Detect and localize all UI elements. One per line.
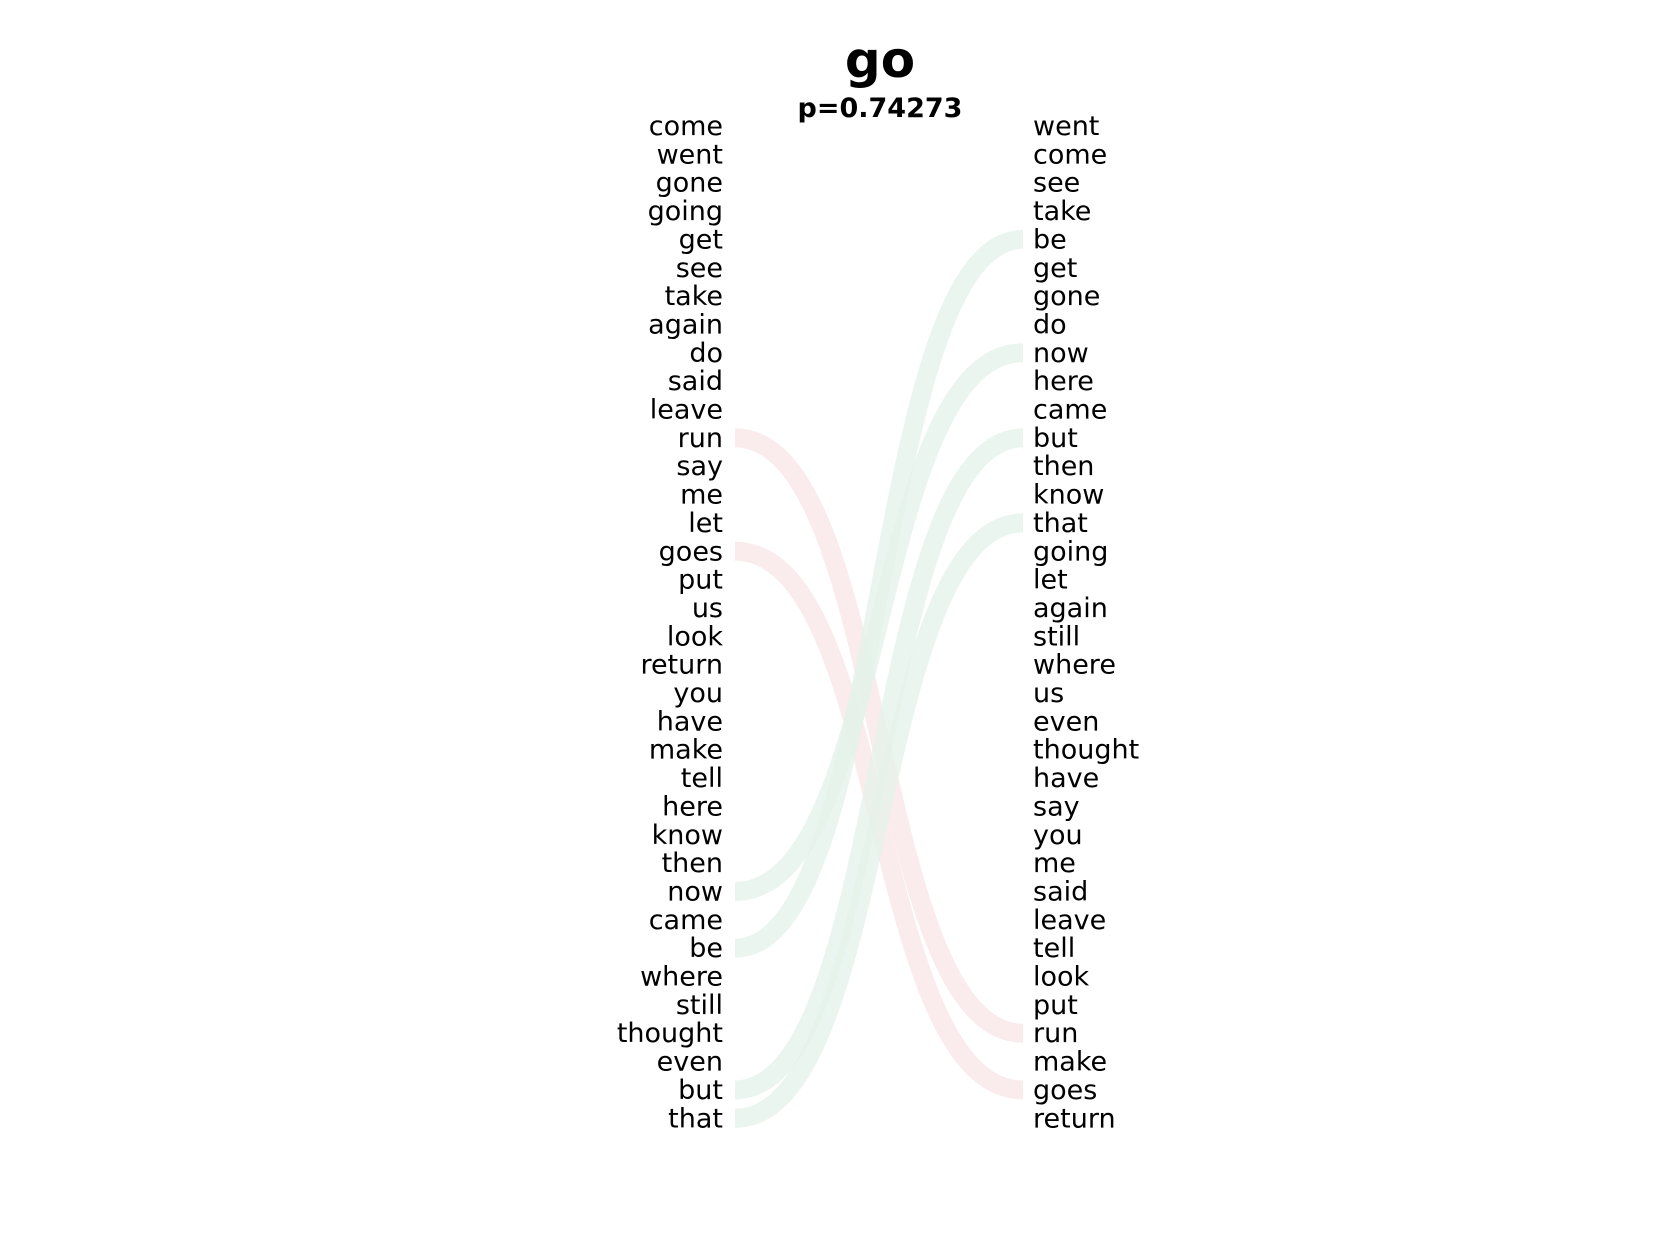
right-word-return: return	[1033, 1103, 1116, 1134]
left-word-then: then	[662, 848, 723, 879]
left-word-said: said	[668, 366, 723, 397]
left-word-get: get	[679, 224, 723, 255]
left-word-that: that	[668, 1103, 723, 1134]
left-word-say: say	[676, 451, 723, 482]
left-word-put: put	[678, 565, 723, 596]
right-word-went: went	[1033, 111, 1099, 142]
left-word-have: have	[657, 706, 723, 737]
left-word-know: know	[652, 820, 723, 851]
right-word-put: put	[1033, 990, 1078, 1021]
left-word-see: see	[676, 253, 723, 284]
right-word-where: where	[1033, 650, 1116, 681]
left-word-came: came	[649, 905, 723, 936]
right-word-leave: leave	[1033, 905, 1106, 936]
right-word-get: get	[1033, 253, 1077, 284]
left-word-here: here	[662, 791, 723, 822]
right-word-do: do	[1033, 309, 1067, 340]
left-word-went: went	[657, 139, 723, 170]
left-word-me: me	[680, 480, 723, 511]
right-word-us: us	[1033, 678, 1064, 709]
right-word-now: now	[1033, 338, 1089, 369]
right-word-say: say	[1033, 791, 1080, 822]
right-word-run: run	[1033, 1018, 1078, 1049]
left-word-let: let	[688, 508, 723, 539]
left-word-be: be	[689, 933, 723, 964]
rank-change-links	[734, 229, 1024, 1128]
right-word-thought: thought	[1033, 735, 1139, 766]
left-word-but: but	[678, 1075, 723, 1106]
right-word-have: have	[1033, 763, 1099, 794]
left-word-thought: thought	[617, 1018, 723, 1049]
left-word-still: still	[676, 990, 723, 1021]
left-word-again: again	[648, 309, 723, 340]
left-word-make: make	[649, 735, 723, 766]
diagram-subtitle: p=0.74273	[798, 93, 963, 124]
right-word-let: let	[1033, 565, 1068, 596]
left-word-tell: tell	[681, 763, 723, 794]
left-word-us: us	[692, 593, 723, 624]
left-word-where: where	[640, 962, 723, 993]
right-word-came: came	[1033, 395, 1107, 426]
right-word-column: wentcomeseetakebegetgonedonowherecamebut…	[1033, 111, 1139, 1134]
right-word-even: even	[1033, 706, 1099, 737]
right-word-but: but	[1033, 423, 1078, 454]
left-word-goes: goes	[659, 536, 723, 567]
right-word-going: going	[1033, 536, 1108, 567]
right-word-again: again	[1033, 593, 1108, 624]
left-word-leave: leave	[650, 395, 723, 426]
left-word-come: come	[649, 111, 723, 142]
left-word-look: look	[667, 621, 724, 652]
right-word-here: here	[1033, 366, 1094, 397]
right-word-look: look	[1033, 962, 1090, 993]
right-word-take: take	[1033, 196, 1091, 227]
left-word-return: return	[640, 650, 723, 681]
right-word-that: that	[1033, 508, 1088, 539]
left-word-you: you	[673, 678, 723, 709]
left-word-gone: gone	[656, 168, 723, 199]
right-word-goes: goes	[1033, 1075, 1097, 1106]
right-word-then: then	[1033, 451, 1094, 482]
left-word-do: do	[689, 338, 723, 369]
left-word-take: take	[665, 281, 723, 312]
right-word-gone: gone	[1033, 281, 1100, 312]
right-word-you: you	[1033, 820, 1083, 851]
right-word-be: be	[1033, 224, 1067, 255]
right-word-still: still	[1033, 621, 1080, 652]
right-word-come: come	[1033, 139, 1107, 170]
right-word-make: make	[1033, 1047, 1107, 1078]
left-word-run: run	[678, 423, 723, 454]
word-rank-diagram: go p=0.74273 comewentgonegoinggetseetake…	[617, 31, 1139, 1134]
right-word-see: see	[1033, 168, 1080, 199]
left-word-now: now	[667, 876, 723, 907]
right-word-know: know	[1033, 480, 1104, 511]
right-word-said: said	[1033, 876, 1088, 907]
left-word-going: going	[648, 196, 723, 227]
right-word-tell: tell	[1033, 933, 1075, 964]
left-word-even: even	[657, 1047, 723, 1078]
left-word-column: comewentgonegoinggetseetakeagaindosaidle…	[617, 111, 724, 1134]
right-word-me: me	[1033, 848, 1076, 879]
diagram-title: go	[845, 31, 915, 89]
